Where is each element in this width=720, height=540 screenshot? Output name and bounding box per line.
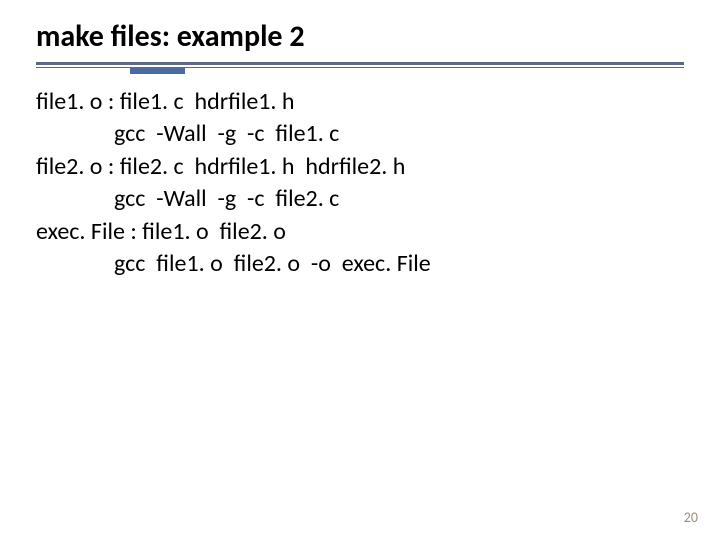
slide: make files: example 2 file1. o : file1. … [0,0,720,540]
make-rule-line: exec. File : file1. o file2. o [36,216,684,248]
make-rule-line: gcc file1. o file2. o -o exec. File [36,248,684,280]
page-number: 20 [684,509,698,526]
make-rule-line: gcc -Wall -g -c file2. c [36,183,684,215]
slide-title: make files: example 2 [36,18,305,55]
make-rule-line: file1. o : file1. c hdrfile1. h [36,86,684,118]
body-text: file1. o : file1. c hdrfile1. h gcc -Wal… [36,86,684,280]
make-rule-line: gcc -Wall -g -c file1. c [36,118,684,150]
make-rule-line: file2. o : file2. c hdrfile1. h hdrfile2… [36,151,684,183]
accent-bar [130,68,185,74]
